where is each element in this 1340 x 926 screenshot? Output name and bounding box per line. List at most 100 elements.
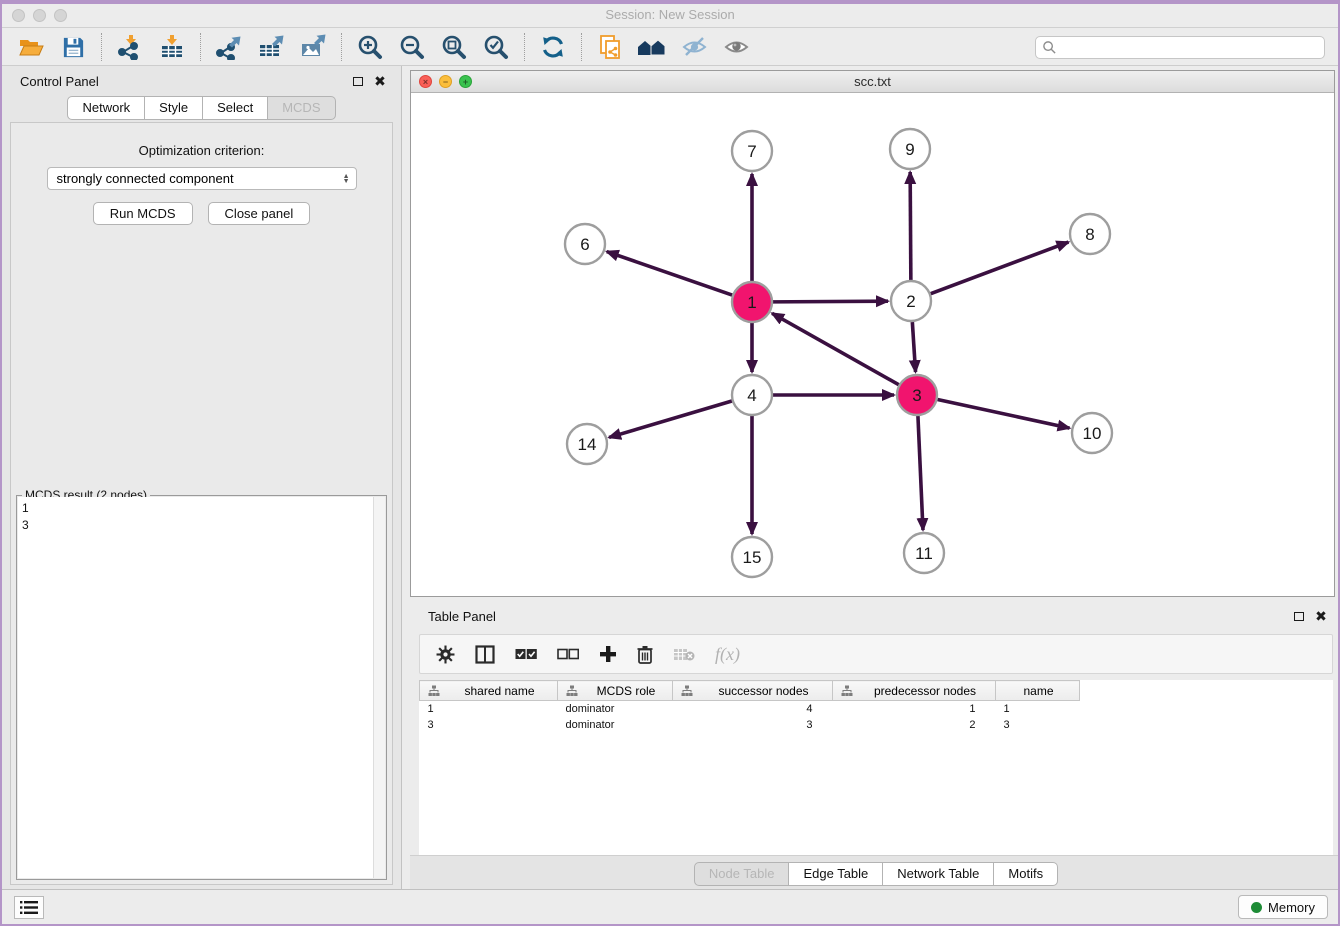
control-panel-title: Control Panel xyxy=(20,74,99,89)
graph-edge-1-2[interactable] xyxy=(773,301,888,302)
tab-style[interactable]: Style xyxy=(145,96,203,120)
hide-selected-button[interactable] xyxy=(673,31,715,63)
tab-motifs[interactable]: Motifs xyxy=(994,862,1058,886)
graph-edge-2-3[interactable] xyxy=(912,322,915,372)
close-panel-action-button[interactable]: Close panel xyxy=(208,202,311,225)
memory-button[interactable]: Memory xyxy=(1238,895,1328,919)
network-window-title: scc.txt xyxy=(411,74,1334,89)
graph-node-label-2: 2 xyxy=(906,292,915,311)
add-column-button[interactable] xyxy=(599,645,617,663)
zoom-fit-icon xyxy=(441,34,468,61)
column-browser-button[interactable] xyxy=(475,645,495,664)
apply-layout-button[interactable] xyxy=(532,31,574,63)
network-view-window: × − + scc.txt 1234678910111415 xyxy=(410,70,1335,597)
import-table-icon xyxy=(159,34,185,60)
clear-selection-button[interactable] xyxy=(557,648,579,661)
import-network-button[interactable] xyxy=(109,31,151,63)
table-cell[interactable]: 1 xyxy=(833,701,996,717)
clear-selection-icon xyxy=(557,648,579,661)
zoom-out-button[interactable] xyxy=(391,31,433,63)
table-row[interactable]: 1dominator411 xyxy=(420,701,1080,717)
graph-edge-2-9[interactable] xyxy=(910,172,911,280)
network-canvas[interactable]: 1234678910111415 xyxy=(411,93,1334,596)
graph-edge-3-1[interactable] xyxy=(772,313,899,384)
toolbar-separator xyxy=(200,33,201,61)
import-table-button[interactable] xyxy=(151,31,193,63)
tab-network-table[interactable]: Network Table xyxy=(883,862,994,886)
optimization-criterion-label: Optimization criterion: xyxy=(11,143,392,158)
select-stepper-icon: ▲▼ xyxy=(343,174,350,184)
graph-node-label-7: 7 xyxy=(747,142,756,161)
criterion-select[interactable]: strongly connected component ▲▼ xyxy=(47,167,357,190)
table-cell[interactable]: 1 xyxy=(996,701,1080,717)
criterion-selected-value: strongly connected component xyxy=(57,171,234,186)
select-all-button[interactable] xyxy=(515,648,537,661)
table-cell[interactable]: 1 xyxy=(420,701,558,717)
graph-edge-4-14[interactable] xyxy=(609,401,732,437)
save-session-button[interactable] xyxy=(52,31,94,63)
column-browser-icon xyxy=(475,645,495,664)
column-header-name[interactable]: name xyxy=(996,681,1080,701)
application-window: Session: New Session xyxy=(0,0,1340,926)
close-panel-button[interactable]: ✖ xyxy=(371,72,389,90)
close-table-panel-button[interactable]: ✖ xyxy=(1312,607,1330,625)
tab-node-table[interactable]: Node Table xyxy=(694,862,790,886)
tab-network[interactable]: Network xyxy=(67,96,145,120)
column-header-shared-name[interactable]: shared name xyxy=(420,681,558,701)
float-table-panel-button[interactable] xyxy=(1290,607,1308,625)
delete-table-button-disabled xyxy=(673,647,695,662)
column-header-predecessor-nodes[interactable]: predecessor nodes xyxy=(833,681,996,701)
table-tabs-bar: Node Table Edge Table Network Table Moti… xyxy=(410,855,1340,892)
export-network-button[interactable] xyxy=(208,31,250,63)
search-field xyxy=(1035,36,1325,59)
mcds-result-box: MCDS result (2 nodes) 1 3 xyxy=(16,495,387,880)
tab-mcds[interactable]: MCDS xyxy=(268,96,335,120)
graph-edge-3-11[interactable] xyxy=(918,416,923,530)
zoom-selected-icon xyxy=(483,34,510,61)
export-table-button[interactable] xyxy=(250,31,292,63)
network-window-titlebar[interactable]: × − + scc.txt xyxy=(411,71,1334,93)
delete-table-icon xyxy=(673,647,695,662)
run-mcds-button[interactable]: Run MCDS xyxy=(93,202,193,225)
table-cell[interactable]: 3 xyxy=(420,717,558,733)
export-image-button[interactable] xyxy=(292,31,334,63)
table-settings-button[interactable] xyxy=(436,645,455,664)
zoom-in-button[interactable] xyxy=(349,31,391,63)
zoom-selected-button[interactable] xyxy=(475,31,517,63)
tab-edge-table[interactable]: Edge Table xyxy=(789,862,883,886)
eye-icon xyxy=(723,34,750,60)
toolbar-separator xyxy=(101,33,102,61)
network-graph[interactable]: 1234678910111415 xyxy=(411,93,1334,596)
save-floppy-icon xyxy=(61,35,86,60)
open-session-button[interactable] xyxy=(10,31,52,63)
graph-edge-2-8[interactable] xyxy=(931,242,1069,294)
table-row[interactable]: 3dominator323 xyxy=(420,717,1080,733)
mcds-result-text[interactable]: 1 3 xyxy=(18,497,373,878)
refresh-icon xyxy=(540,34,566,60)
gear-icon xyxy=(436,645,455,664)
zoom-fit-button[interactable] xyxy=(433,31,475,63)
first-neighbors-button[interactable] xyxy=(631,31,673,63)
open-folder-icon xyxy=(18,34,44,60)
graph-node-label-1: 1 xyxy=(747,293,756,312)
table-cell[interactable]: dominator xyxy=(558,701,673,717)
tab-select[interactable]: Select xyxy=(203,96,268,120)
delete-selected-button[interactable] xyxy=(637,645,653,664)
column-header-successor-nodes[interactable]: successor nodes xyxy=(673,681,833,701)
table-cell[interactable]: dominator xyxy=(558,717,673,733)
graph-edge-1-6[interactable] xyxy=(607,252,732,296)
table-cell[interactable]: 3 xyxy=(673,717,833,733)
task-history-button[interactable] xyxy=(14,896,44,919)
column-header-mcds-role[interactable]: MCDS role xyxy=(558,681,673,701)
search-input[interactable] xyxy=(1057,37,1324,58)
table-cell[interactable]: 3 xyxy=(996,717,1080,733)
table-cell[interactable]: 2 xyxy=(833,717,996,733)
toolbar-separator xyxy=(581,33,582,61)
float-panel-button[interactable] xyxy=(349,72,367,90)
graph-node-label-6: 6 xyxy=(580,235,589,254)
graph-edge-3-10[interactable] xyxy=(938,399,1070,428)
table-cell[interactable]: 4 xyxy=(673,701,833,717)
new-network-from-selection-button[interactable] xyxy=(589,31,631,63)
show-hidden-button[interactable] xyxy=(715,31,757,63)
result-scrollbar[interactable] xyxy=(373,497,385,878)
